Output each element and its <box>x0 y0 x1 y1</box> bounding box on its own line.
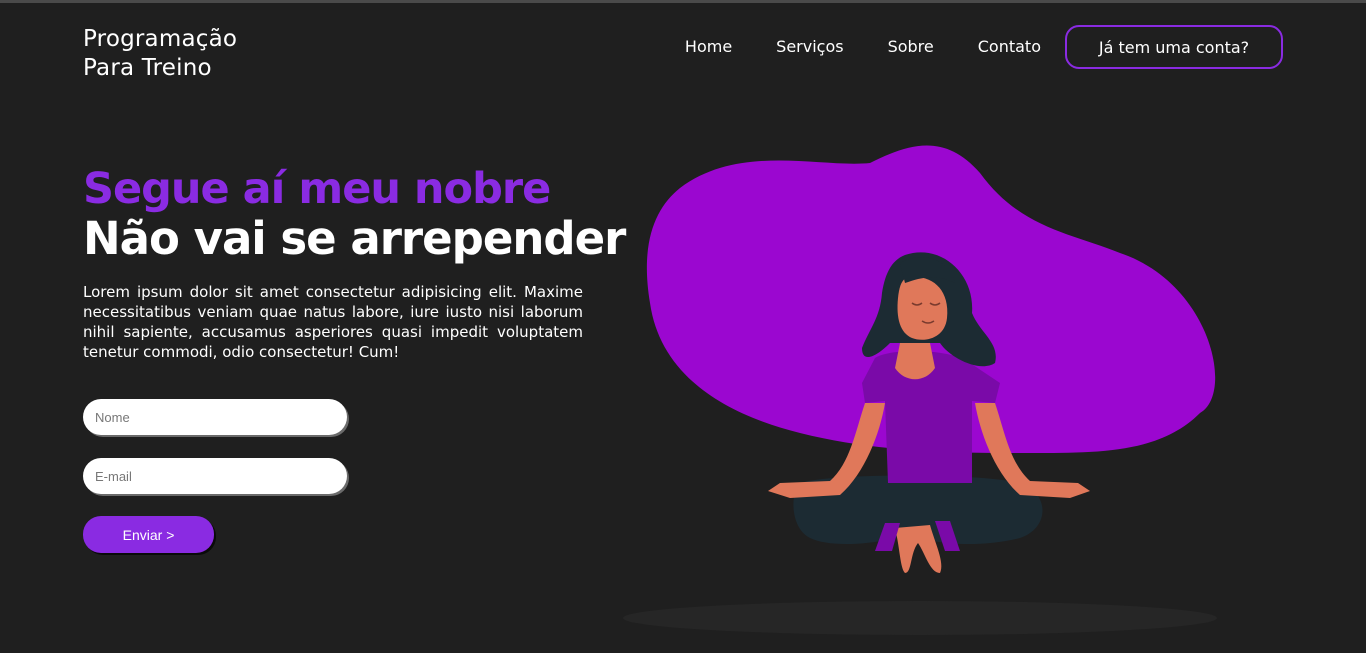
main-nav: Home Serviços Sobre Contato Já tem uma c… <box>685 24 1283 70</box>
name-input[interactable] <box>83 399 347 435</box>
hero-title-accent: Segue aí meu nobre <box>83 164 551 214</box>
site-logo[interactable]: Programação Para Treino <box>83 25 237 83</box>
submit-button[interactable]: Enviar > <box>83 516 214 553</box>
nav-link-contact[interactable]: Contato <box>978 24 1041 70</box>
floor-shadow <box>623 601 1217 635</box>
logo-line-1: Programação <box>83 26 238 52</box>
logo-line-2: Para Treino <box>83 55 212 81</box>
nav-link-about[interactable]: Sobre <box>888 24 934 70</box>
email-input[interactable] <box>83 458 347 494</box>
nav-link-services[interactable]: Serviços <box>776 24 843 70</box>
neck <box>895 343 935 380</box>
hero-description: Lorem ipsum dolor sit amet consectetur a… <box>83 283 583 361</box>
meditating-woman-illustration <box>623 145 1217 635</box>
nav-link-home[interactable]: Home <box>685 24 732 70</box>
hero-title-main: Não vai se arrepender <box>83 212 626 265</box>
have-account-button[interactable]: Já tem uma conta? <box>1065 25 1283 69</box>
